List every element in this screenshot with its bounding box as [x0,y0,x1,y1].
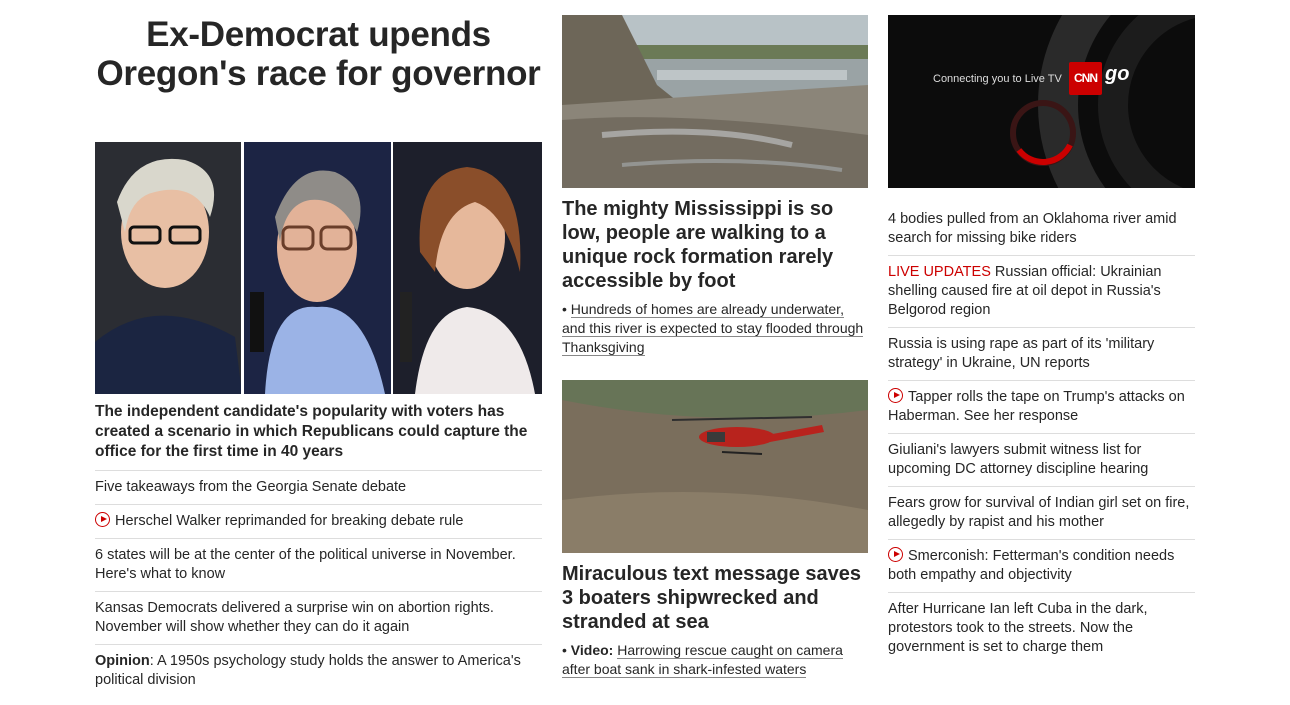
list-item[interactable]: 6 states will be at the center of the po… [95,539,542,592]
list-item[interactable]: Russia is using rape as part of its 'mil… [888,328,1195,381]
list-item[interactable]: Fears grow for survival of Indian girl s… [888,487,1195,540]
video-label: Video: [570,642,614,658]
live-updates-label: LIVE UPDATES [888,264,991,280]
mississippi-image[interactable] [562,15,868,188]
lead-story-column: Ex-Democrat upends Oregon's race for gov… [95,15,542,697]
list-item[interactable]: Giuliani's lawyers submit witness list f… [888,434,1195,487]
lead-image-candidates[interactable] [95,142,542,394]
mississippi-headline[interactable]: The mighty Mississippi is so low, people… [562,197,868,293]
play-video-icon [95,512,110,527]
right-headlines-list: 4 bodies pulled from an Oklahoma river a… [888,203,1195,664]
go-logo: go [1105,63,1130,85]
cnn-logo: CNN [1069,62,1102,95]
opinion-item[interactable]: Opinion: A 1950s psychology study holds … [95,645,542,697]
right-column: Connecting you to Live TV CNN go 4 bodie… [888,15,1195,664]
list-item[interactable]: Smerconish: Fetterman's condition needs … [888,540,1195,593]
mississippi-sub: • Hundreds of homes are already underwat… [562,301,864,356]
mississippi-sub-link[interactable]: Hundreds of homes are already underwater… [562,301,864,356]
lead-summary[interactable]: The independent candidate's popularity w… [95,402,542,471]
list-item[interactable]: Kansas Democrats delivered a surprise wi… [95,592,542,645]
rescue-headline[interactable]: Miraculous text message saves 3 boaters … [562,562,868,634]
live-tv-player[interactable]: Connecting you to Live TV CNN go [888,15,1195,188]
play-video-icon [888,547,903,562]
opinion-label: Opinion [95,653,150,669]
list-item[interactable]: After Hurricane Ian left Cuba in the dar… [888,593,1195,664]
list-item[interactable]: LIVE UPDATES Russian official: Ukrainian… [888,256,1195,328]
lead-headline[interactable]: Ex-Democrat upends Oregon's race for gov… [95,15,542,142]
helicopter-rescue-image[interactable] [562,380,868,553]
middle-column: The mighty Mississippi is so low, people… [562,15,868,679]
play-video-icon [888,388,903,403]
list-item[interactable]: 4 bodies pulled from an Oklahoma river a… [888,203,1195,256]
lead-related-list: Five takeaways from the Georgia Senate d… [95,471,542,697]
list-item[interactable]: Tapper rolls the tape on Trump's attacks… [888,381,1195,434]
live-tv-connecting: Connecting you to Live TV [933,73,1062,85]
rescue-sub: • Video: Harrowing rescue caught on came… [562,642,843,678]
list-item[interactable]: Five takeaways from the Georgia Senate d… [95,471,542,505]
list-item[interactable]: Herschel Walker reprimanded for breaking… [95,505,542,539]
